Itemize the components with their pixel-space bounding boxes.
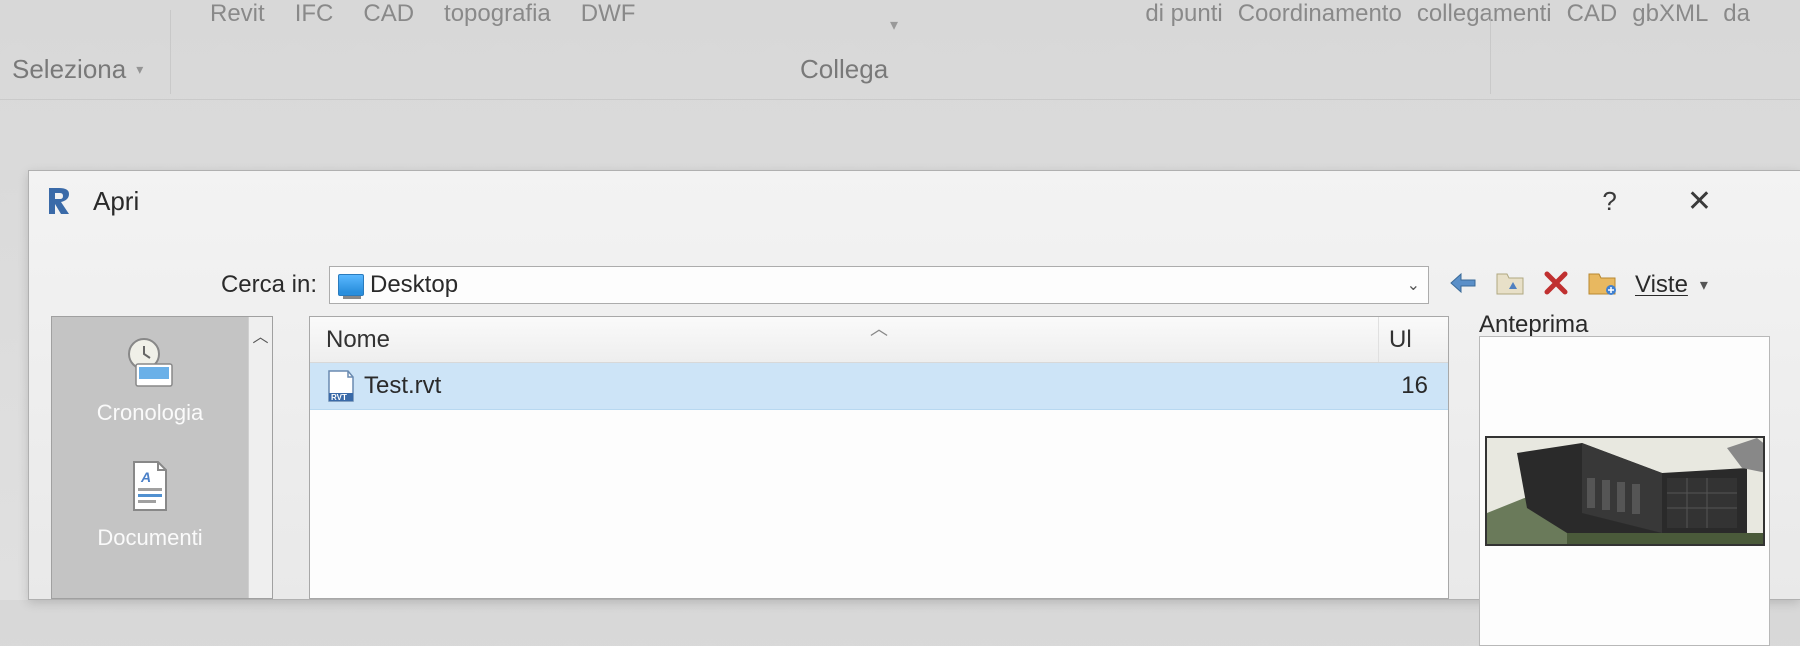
ribbon-item-coordinamento[interactable]: Coordinamento (1238, 0, 1402, 28)
sidebar-item-history[interactable]: Cronologia (52, 317, 248, 442)
new-folder-icon[interactable] (1587, 270, 1617, 301)
separator (170, 10, 171, 94)
ribbon-item-topografia[interactable]: topografia (444, 0, 551, 28)
dialog-titlebar: Apri ? ✕ (29, 171, 1800, 231)
file-row[interactable]: RVT Test.rvt 16 (310, 363, 1448, 410)
svg-text:A: A (140, 469, 151, 485)
separator (1490, 10, 1491, 94)
dropdown-icon: ▾ (1700, 275, 1708, 295)
preview-thumbnail (1485, 436, 1765, 546)
file-list: Nome ︿ Ul RVT Test.rvt 16 (309, 316, 1449, 599)
sort-indicator-icon: ︿ (870, 315, 888, 341)
views-label: Viste (1635, 271, 1688, 299)
dropdown-icon[interactable]: ▾ (890, 15, 898, 35)
up-folder-icon[interactable] (1495, 270, 1525, 301)
places-sidebar: Cronologia A Documenti ︿ (51, 316, 273, 599)
file-list-header: Nome ︿ Ul (310, 317, 1448, 363)
sidebar-item-label: Cronologia (52, 400, 248, 426)
scroll-up-icon: ︿ (252, 323, 268, 347)
history-icon (52, 329, 248, 394)
help-button[interactable]: ? (1602, 186, 1616, 217)
ribbon-item-dipunti[interactable]: di punti (1145, 0, 1222, 28)
sidebar-item-label: Documenti (52, 525, 248, 551)
toolbar-icons (1449, 270, 1617, 301)
collega-panel-label: Collega (800, 54, 888, 85)
file-name: Test.rvt (364, 372, 441, 400)
look-in-combo[interactable]: Desktop ⌄ (329, 266, 1429, 304)
look-in-row: Cerca in: Desktop ⌄ Viste ▾ (29, 266, 1770, 304)
ribbon-upper: Revit IFC CAD topografia DWF ▾ di punti … (0, 0, 1800, 40)
ribbon-item-revit[interactable]: Revit (210, 0, 265, 28)
ribbon-item-dwf[interactable]: DWF (581, 0, 636, 28)
file-modified: 16 (1401, 372, 1432, 400)
ribbon-item-da[interactable]: da (1723, 0, 1750, 28)
close-button[interactable]: ✕ (1687, 184, 1712, 219)
dialog-title: Apri (93, 186, 139, 217)
column-header-name[interactable]: Nome (310, 326, 1378, 354)
dropdown-icon: ▾ (136, 61, 143, 78)
delete-icon[interactable] (1543, 270, 1569, 301)
chevron-down-icon: ⌄ (1407, 275, 1420, 295)
rvt-file-icon: RVT (326, 369, 356, 403)
ribbon-item-cad[interactable]: CAD (363, 0, 414, 28)
back-icon[interactable] (1449, 271, 1477, 300)
open-dialog: Apri ? ✕ Cerca in: Desktop ⌄ (28, 170, 1800, 600)
look-in-label: Cerca in: (29, 271, 329, 299)
sidebar-item-documents[interactable]: A Documenti (52, 442, 248, 567)
ribbon-item-cad2[interactable]: CAD (1567, 0, 1618, 28)
seleziona-label: Seleziona (12, 54, 126, 85)
preview-label: Anteprima (1479, 311, 1588, 339)
documents-icon: A (52, 454, 248, 519)
svg-text:RVT: RVT (331, 393, 347, 402)
ribbon-item-gbxml[interactable]: gbXML (1632, 0, 1708, 28)
ribbon-item-collegamenti[interactable]: collegamenti (1417, 0, 1552, 28)
column-header-modified[interactable]: Ul (1378, 317, 1448, 362)
seleziona-panel[interactable]: Seleziona ▾ (12, 54, 143, 85)
ribbon-lower: Seleziona ▾ Collega (0, 40, 1800, 100)
look-in-value: Desktop (370, 271, 458, 299)
desktop-icon (338, 274, 364, 296)
revit-logo-icon (47, 186, 75, 216)
sidebar-scrollbar[interactable]: ︿ (248, 317, 272, 598)
ribbon-item-ifc[interactable]: IFC (295, 0, 334, 28)
views-button[interactable]: Viste ▾ (1635, 271, 1708, 299)
